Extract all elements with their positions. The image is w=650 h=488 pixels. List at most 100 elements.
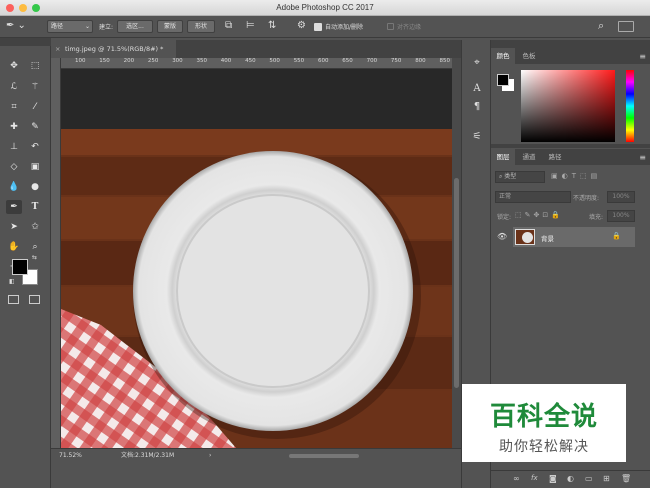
gear-icon[interactable]: ⚙ <box>297 20 306 31</box>
properties-panel-icon[interactable]: ⚟ <box>470 130 484 144</box>
fill-label: 填充: <box>589 214 604 221</box>
pen-tool-preset-icon[interactable]: ✒ ⌄ <box>6 20 36 34</box>
paragraph-panel-icon[interactable]: ¶ <box>470 100 484 114</box>
ruler-tick-label: 150 <box>99 58 110 64</box>
search-icon[interactable]: ⌕ <box>598 19 604 33</box>
mask-button[interactable]: 蒙版 <box>157 20 183 33</box>
ruler-tick-label: 750 <box>390 58 402 64</box>
blend-mode-select[interactable]: 正常 <box>495 191 571 203</box>
layer-filter-select[interactable]: ⌕ 类型 <box>495 171 545 183</box>
layers-panel-footer: ∞ fx ◙ ◐ ▭ ⊞ 🗑 <box>491 470 650 488</box>
horizontal-scrollbar[interactable] <box>289 454 359 458</box>
pen-tool-icon[interactable]: ✒ <box>6 200 22 214</box>
layer-row[interactable]: 背景 🔒 <box>513 227 635 247</box>
scrollbar-thumb[interactable] <box>454 178 459 388</box>
clone-stamp-tool-icon[interactable]: ⊥ <box>6 140 22 154</box>
history-brush-tool-icon[interactable]: ↶ <box>27 140 43 154</box>
blend-mode-value: 正常 <box>499 193 512 200</box>
document-image[interactable] <box>61 129 452 448</box>
zoom-level[interactable]: 71.52% <box>59 449 82 462</box>
screen-mode-icon[interactable] <box>29 295 40 304</box>
crop-tool-icon[interactable]: ⌗ <box>6 100 22 114</box>
ruler-tick-label: 550 <box>293 58 305 64</box>
panel-menu-icon[interactable]: ≡ <box>639 153 646 162</box>
add-mask-icon[interactable]: ◙ <box>549 474 557 483</box>
ruler-tick-label: 400 <box>220 58 232 64</box>
tab-paths[interactable]: 路径 <box>543 149 567 165</box>
foreground-color-swatch[interactable] <box>12 259 28 275</box>
default-colors-icon[interactable]: ◧ <box>9 278 15 285</box>
swap-colors-icon[interactable]: ⇆ <box>32 254 37 261</box>
path-operations-icon[interactable]: ⧉ <box>225 20 232 31</box>
path-arrangement-icon[interactable]: ⇅ <box>268 20 276 31</box>
custom-shape-tool-icon[interactable]: ✩ <box>27 220 43 234</box>
hand-tool-icon[interactable]: ✋ <box>6 240 22 254</box>
panel-menu-icon[interactable]: ≡ <box>639 52 646 61</box>
lock-icons[interactable]: ⬚✎✥⊡🔒 <box>515 211 563 219</box>
ruler-tick-label: 450 <box>245 58 256 64</box>
watermark-title: 百科全说 <box>489 402 598 432</box>
layer-filter-icons[interactable]: ▣◐T⬚▤ <box>551 172 641 182</box>
document-tab[interactable]: × timg.jpeg @ 71.5%(RGB/8#) * <box>51 40 176 58</box>
healing-brush-tool-icon[interactable]: ✚ <box>6 120 22 134</box>
align-edges-label: 对齐边缘 <box>397 24 422 31</box>
visibility-eye-icon[interactable]: 👁 <box>497 232 507 241</box>
vertical-scrollbar[interactable] <box>452 58 461 448</box>
type-tool-icon[interactable]: T <box>27 200 43 214</box>
tools-panel: ✥ ⬚ ℒ ⚚ ⌗ ⁄ ✚ ✎ ⊥ ↶ ◇ ▣ 💧 ● ✒ T ➤ ✩ ✋ ⌕ … <box>0 38 51 488</box>
blur-tool-icon[interactable]: 💧 <box>6 180 22 194</box>
tab-swatches[interactable]: 色板 <box>517 48 541 64</box>
path-selection-tool-icon[interactable]: ➤ <box>6 220 22 234</box>
ruler-tick-label: 350 <box>196 58 208 64</box>
auto-add-checkbox[interactable] <box>314 23 322 31</box>
build-label: 建立: <box>99 24 114 31</box>
ruler-tick-label: 250 <box>147 58 159 64</box>
fill-field[interactable]: 100% <box>607 210 635 222</box>
new-group-icon[interactable]: ▭ <box>585 474 593 483</box>
align-edges-checkbox[interactable] <box>387 23 394 30</box>
shape-button[interactable]: 形状 <box>187 20 215 33</box>
color-panel-tabs: 颜色 色板 ≡ <box>491 48 650 64</box>
adjustment-layer-icon[interactable]: ◐ <box>567 474 574 483</box>
layer-thumbnail <box>515 229 535 245</box>
history-panel-icon[interactable]: ⌖ <box>470 56 484 70</box>
opacity-field[interactable]: 100% <box>607 191 635 203</box>
marquee-tool-icon[interactable]: ⬚ <box>27 59 43 73</box>
magic-wand-tool-icon[interactable]: ⚚ <box>27 80 43 94</box>
close-tab-icon[interactable]: × <box>55 40 60 58</box>
workspace-icon[interactable] <box>618 21 634 32</box>
layer-name[interactable]: 背景 <box>541 233 554 243</box>
dodge-tool-icon[interactable]: ● <box>27 180 43 194</box>
ruler-tick-label: 650 <box>342 58 353 64</box>
horizontal-ruler: 100 150 200 250 300 350 400 450 500 550 600 650 700 7… <box>61 58 452 69</box>
tab-layers[interactable]: 图层 <box>491 149 515 165</box>
brush-tool-icon[interactable]: ✎ <box>27 120 43 134</box>
link-layers-icon[interactable]: ∞ <box>513 474 520 483</box>
chevron-down-icon: ⌄ <box>84 23 90 30</box>
gradient-tool-icon[interactable]: ▣ <box>27 160 43 174</box>
lasso-tool-icon[interactable]: ℒ <box>6 80 22 94</box>
quick-mask-icon[interactable] <box>8 295 19 304</box>
tab-color[interactable]: 颜色 <box>491 48 515 64</box>
mode-select-value: 路径 <box>51 23 64 30</box>
color-panel-foreground[interactable] <box>497 74 509 86</box>
options-bar: ✒ ⌄ 路径 ⌄ 建立: 选区... 蒙版 形状 ⧉ ⊨ ⇅ ⚙ 自动添加/删除 … <box>0 16 650 38</box>
selection-button[interactable]: 选区... <box>117 20 153 33</box>
trash-icon[interactable]: 🗑 <box>621 474 631 483</box>
hue-slider[interactable] <box>626 70 634 142</box>
path-alignment-icon[interactable]: ⊨ <box>246 20 255 31</box>
eyedropper-tool-icon[interactable]: ⁄ <box>27 100 43 114</box>
eraser-tool-icon[interactable]: ◇ <box>6 160 22 174</box>
character-panel-icon[interactable]: A <box>470 82 484 96</box>
tab-channels[interactable]: 通道 <box>517 149 541 165</box>
mode-select[interactable]: 路径 ⌄ <box>47 20 93 33</box>
move-tool-icon[interactable]: ✥ <box>6 59 22 73</box>
document-tabs: × timg.jpeg @ 71.5%(RGB/8#) * <box>51 40 461 58</box>
plate-photo <box>61 129 452 448</box>
status-bar: 71.52% 文档:2.31M/2.31M › <box>51 448 461 462</box>
layer-style-icon[interactable]: fx <box>531 474 538 482</box>
color-field[interactable] <box>521 70 615 142</box>
new-layer-icon[interactable]: ⊞ <box>603 474 610 483</box>
zoom-tool-icon[interactable]: ⌕ <box>27 240 43 254</box>
info-arrow-icon[interactable]: › <box>209 449 211 462</box>
